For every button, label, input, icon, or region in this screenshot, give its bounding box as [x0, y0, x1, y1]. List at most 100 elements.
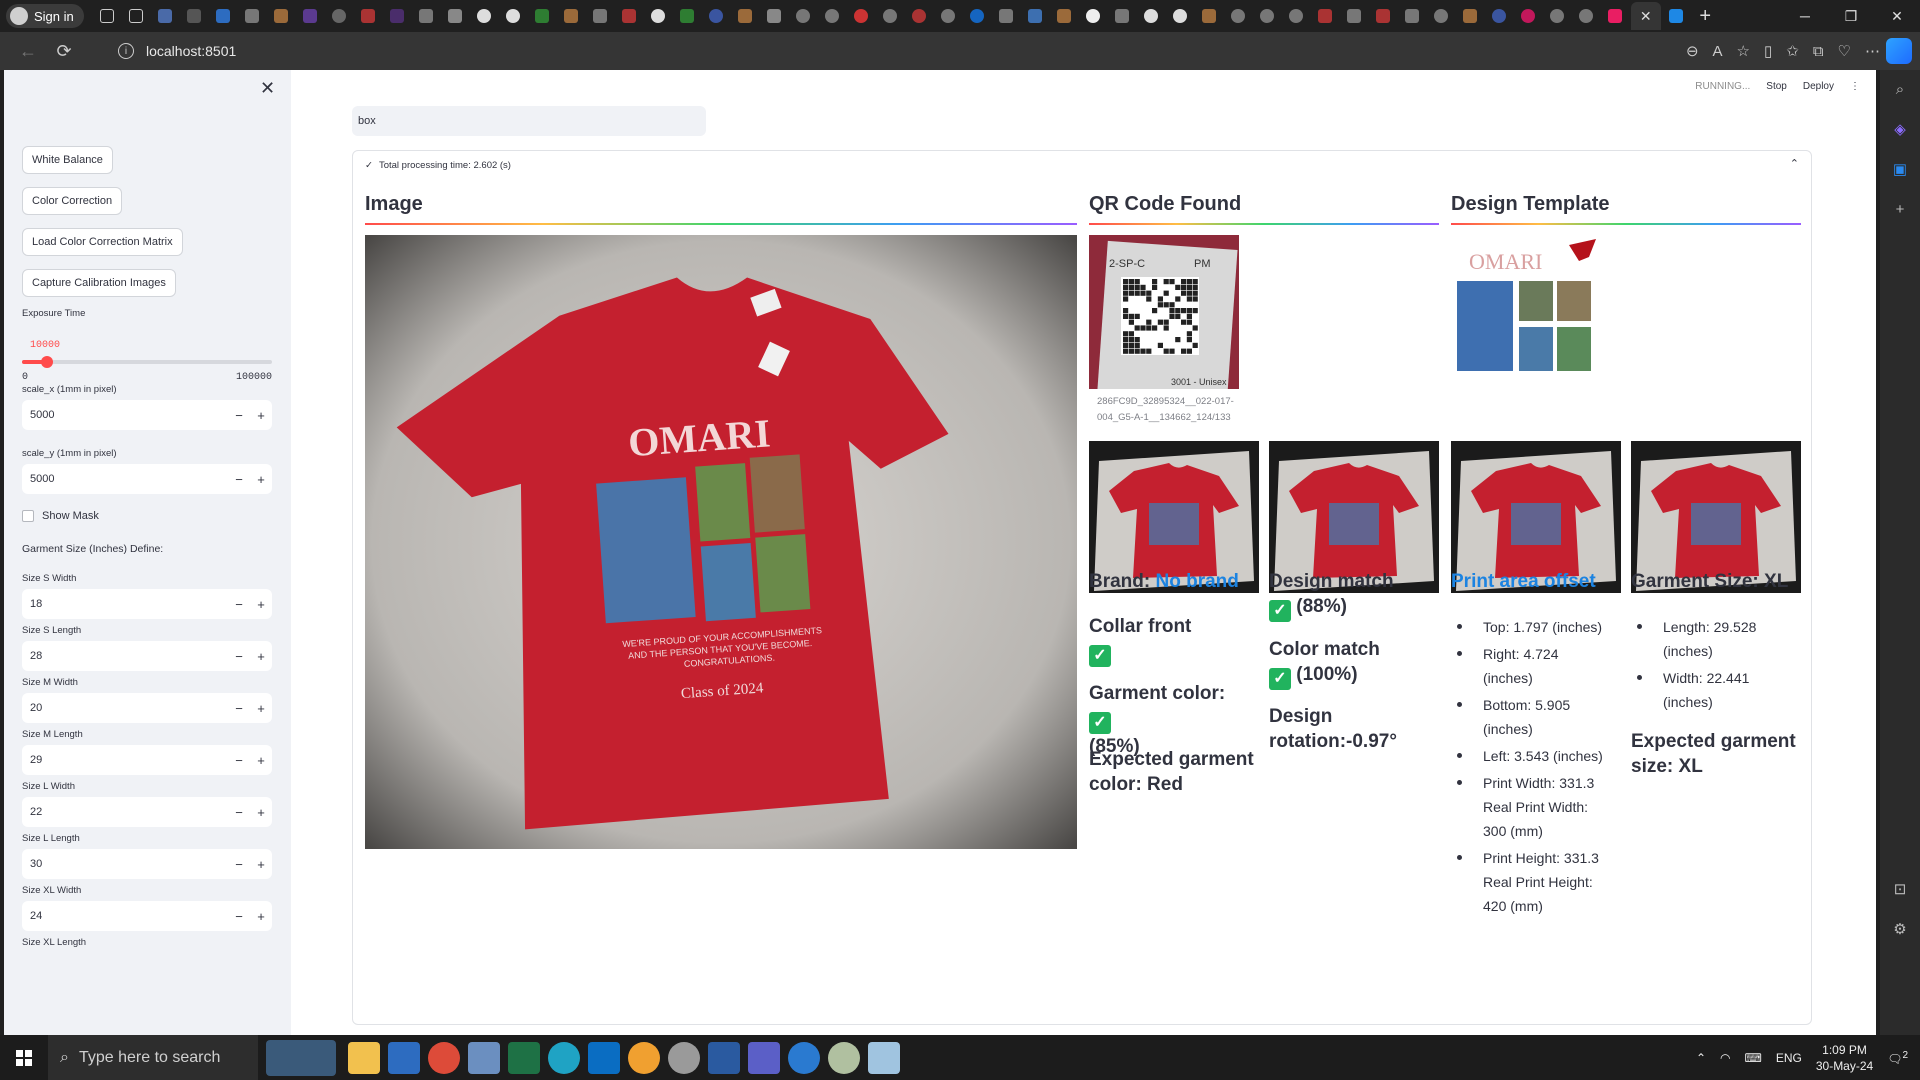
expander-header[interactable]: ✓ Total processing time: 2.602 (s) — [365, 157, 511, 173]
size-input[interactable]: 29− + — [22, 745, 272, 775]
tab[interactable] — [1515, 4, 1542, 28]
home-assistant-icon[interactable] — [628, 1041, 660, 1074]
collections-icon[interactable]: ⧉ — [1813, 43, 1824, 60]
tab[interactable] — [848, 4, 875, 28]
decrement-icon[interactable]: − — [228, 649, 250, 664]
more-icon[interactable]: ⋯ — [1865, 42, 1880, 60]
tab[interactable] — [645, 4, 672, 28]
zoom-icon[interactable]: ⊖ — [1686, 42, 1699, 60]
tab[interactable] — [964, 4, 991, 28]
size-input[interactable]: 20− + — [22, 693, 272, 723]
app-icon[interactable] — [468, 1041, 500, 1074]
tab[interactable] — [1022, 4, 1049, 28]
add-icon[interactable]: + — [1880, 190, 1920, 230]
increment-icon[interactable]: + — [250, 805, 272, 820]
decrement-icon[interactable]: − — [228, 597, 250, 612]
tab[interactable] — [500, 4, 527, 28]
app-icon[interactable] — [828, 1041, 860, 1074]
tab[interactable] — [558, 4, 585, 28]
white-balance-button[interactable]: White Balance — [22, 146, 113, 174]
signin-button[interactable]: Sign in — [6, 4, 84, 28]
size-value[interactable]: 18 — [22, 598, 228, 610]
checkbox-box[interactable] — [22, 510, 34, 522]
color-correction-button[interactable]: Color Correction — [22, 187, 123, 215]
size-input[interactable]: 18− + — [22, 589, 272, 619]
tab[interactable] — [906, 4, 933, 28]
tab[interactable] — [326, 4, 353, 28]
capture-calibration-button[interactable]: Capture Calibration Images — [22, 269, 176, 297]
increment-icon[interactable]: + — [250, 649, 272, 664]
tab[interactable] — [442, 4, 469, 28]
app-icon[interactable] — [388, 1041, 420, 1074]
excel-icon[interactable] — [508, 1041, 540, 1074]
tab[interactable] — [152, 4, 179, 28]
tab[interactable] — [790, 4, 817, 28]
increment-icon[interactable]: + — [250, 408, 272, 423]
increment-icon[interactable]: + — [250, 597, 272, 612]
exposure-slider[interactable]: 10000 0 100000 — [22, 340, 272, 383]
teams-icon[interactable] — [748, 1041, 780, 1074]
size-input[interactable]: 28− + — [22, 641, 272, 671]
decrement-icon[interactable]: − — [228, 805, 250, 820]
tab[interactable] — [1254, 4, 1281, 28]
decrement-icon[interactable]: − — [228, 701, 250, 716]
increment-icon[interactable]: + — [250, 472, 272, 487]
tab[interactable] — [1312, 4, 1339, 28]
tab[interactable] — [181, 4, 208, 28]
tab[interactable] — [1370, 4, 1397, 28]
scale-x-input[interactable]: 5000− + — [22, 400, 272, 430]
size-value[interactable]: 29 — [22, 754, 228, 766]
tab[interactable] — [1196, 4, 1223, 28]
slider-track[interactable] — [22, 360, 272, 364]
extensions-icon[interactable]: ♡ — [1838, 42, 1851, 60]
show-mask-checkbox[interactable]: Show Mask — [22, 510, 99, 522]
file-explorer-icon[interactable] — [348, 1041, 380, 1074]
size-input[interactable]: 30− + — [22, 849, 272, 879]
tab[interactable] — [1080, 4, 1107, 28]
active-tab-close-icon[interactable]: ✕ — [1630, 2, 1661, 30]
tab[interactable] — [1428, 4, 1455, 28]
tab[interactable] — [1663, 4, 1690, 28]
scale-y-value[interactable]: 5000 — [22, 473, 228, 485]
favorite-star-icon[interactable]: ☆ — [1737, 42, 1750, 60]
tab[interactable] — [1341, 4, 1368, 28]
stop-button[interactable]: Stop — [1766, 81, 1787, 92]
copilot-sidebar-icon[interactable]: ◈ — [1880, 110, 1920, 150]
increment-icon[interactable]: + — [250, 701, 272, 716]
tab[interactable] — [355, 4, 382, 28]
tab[interactable] — [877, 4, 904, 28]
decrement-icon[interactable]: − — [228, 857, 250, 872]
new-tab-icon[interactable]: + — [1692, 4, 1719, 28]
minimize-icon[interactable]: ─ — [1782, 0, 1828, 32]
size-value[interactable]: 20 — [22, 702, 228, 714]
tab[interactable] — [993, 4, 1020, 28]
main-menu-icon[interactable]: ⋮ — [1850, 81, 1860, 92]
refresh-icon[interactable]: ⟳ — [46, 41, 82, 62]
outlook-icon[interactable]: ▣ — [1880, 150, 1920, 190]
tab[interactable] — [1138, 4, 1165, 28]
vscode-icon[interactable] — [588, 1041, 620, 1074]
size-value[interactable]: 30 — [22, 858, 228, 870]
tab-actions-icon[interactable] — [123, 4, 150, 28]
search-icon[interactable]: ⌕ — [1880, 70, 1920, 110]
tab[interactable] — [1399, 4, 1426, 28]
size-input[interactable]: 24− + — [22, 901, 272, 931]
tab[interactable] — [268, 4, 295, 28]
copilot-icon[interactable] — [1886, 38, 1912, 64]
size-value[interactable]: 24 — [22, 910, 228, 922]
keyboard-icon[interactable]: ⌨ — [1745, 1051, 1762, 1065]
favorites-icon[interactable]: ✩ — [1786, 42, 1799, 60]
scale-y-input[interactable]: 5000− + — [22, 464, 272, 494]
tab[interactable] — [1109, 4, 1136, 28]
slider-thumb[interactable] — [41, 356, 53, 368]
decrement-icon[interactable]: − — [228, 408, 250, 423]
tab[interactable] — [674, 4, 701, 28]
decrement-icon[interactable]: − — [228, 753, 250, 768]
windows-start-icon[interactable] — [0, 1035, 48, 1080]
tab[interactable] — [616, 4, 643, 28]
chevron-up-icon[interactable]: ⌃ — [1696, 1051, 1706, 1065]
chrome-icon[interactable] — [428, 1041, 460, 1074]
tab[interactable] — [239, 4, 266, 28]
tab[interactable] — [1573, 4, 1600, 28]
scale-x-value[interactable]: 5000 — [22, 409, 228, 421]
